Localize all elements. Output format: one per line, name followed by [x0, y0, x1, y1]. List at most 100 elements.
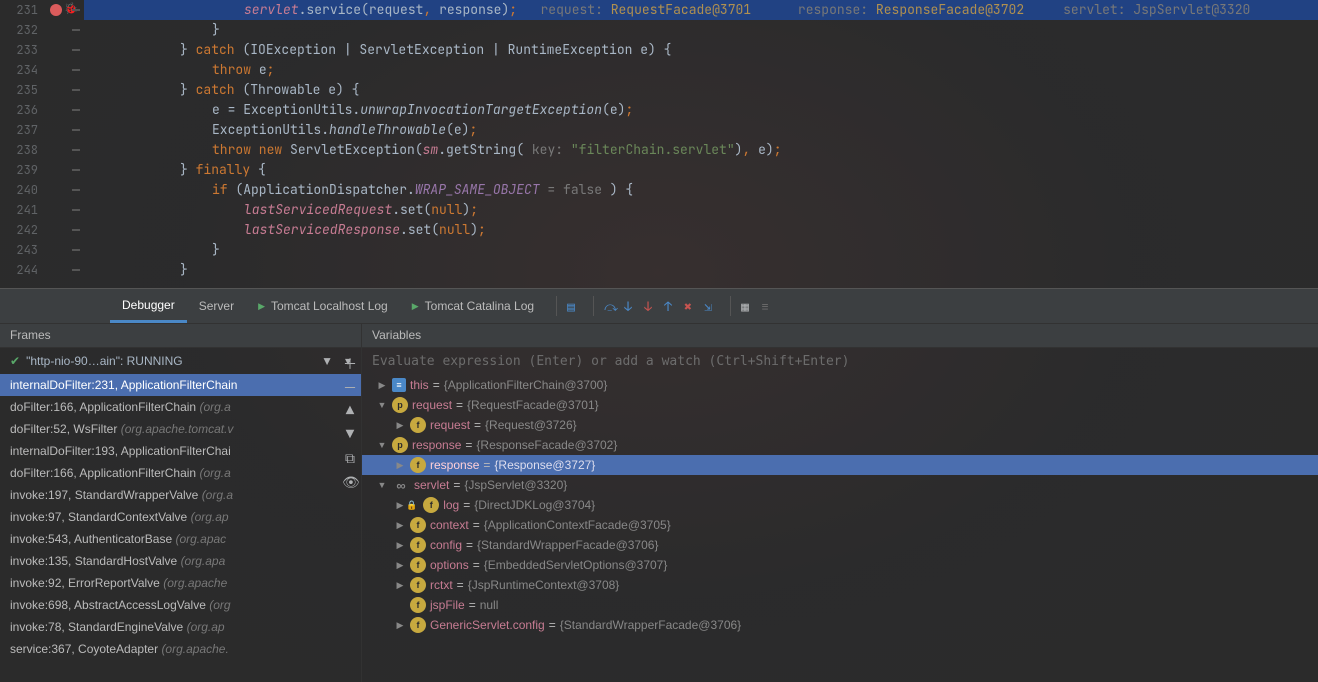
step-out-icon[interactable]: ↑ [664, 298, 680, 314]
variable-node[interactable]: ▶ f response = {Response@3727} [362, 455, 1318, 475]
evaluate-icon[interactable]: ▦ [741, 298, 757, 314]
chevron-icon[interactable]: ▶ [394, 540, 406, 551]
stack-frame[interactable]: invoke:543, AuthenticatorBase (org.apac [0, 528, 361, 550]
debug-tab[interactable]: Debugger [110, 290, 187, 323]
debug-tab[interactable]: Server [187, 291, 246, 321]
variable-node[interactable]: ▼ ∞ servlet = {JspServlet@3320} [362, 475, 1318, 495]
variables-tree[interactable]: ▶ ≡ this = {ApplicationFilterChain@3700}… [362, 375, 1318, 682]
var-value: {Response@3727} [494, 458, 595, 472]
chevron-icon[interactable]: ▶ [394, 520, 406, 531]
var-kind-icon: p [392, 397, 408, 413]
stack-frame[interactable]: doFilter:166, ApplicationFilterChain (or… [0, 396, 361, 418]
debug-tab[interactable]: ▶Tomcat Catalina Log [400, 291, 546, 321]
code-area[interactable]: servlet.service(request, response); requ… [84, 0, 1318, 288]
var-name: this [410, 378, 429, 392]
variable-node[interactable]: ▼ p response = {ResponseFacade@3702} [362, 435, 1318, 455]
remove-watch-icon[interactable]: － [342, 378, 358, 394]
code-line[interactable]: } catch (IOException | ServletException … [84, 40, 1318, 60]
var-name: context [430, 518, 469, 532]
force-step-into-icon[interactable]: ↓ [644, 298, 660, 314]
evaluate-input[interactable]: Evaluate expression (Enter) or add a wat… [362, 348, 1318, 375]
stack-frame[interactable]: internalDoFilter:231, ApplicationFilterC… [0, 374, 361, 396]
layout-icon[interactable]: ▤ [567, 298, 583, 314]
chevron-icon[interactable]: ▶ [394, 560, 406, 571]
thread-selector[interactable]: ✔ "http-nio-90…ain": RUNNING ▼ ▾ [0, 348, 361, 374]
code-line[interactable]: } [84, 260, 1318, 280]
chevron-icon[interactable]: ▶ [376, 380, 388, 391]
code-line[interactable]: } catch (Throwable e) { [84, 80, 1318, 100]
stack-frame[interactable]: invoke:135, StandardHostValve (org.apa [0, 550, 361, 572]
down-icon[interactable]: ▼ [342, 426, 358, 442]
var-value: {JspServlet@3320} [464, 478, 567, 492]
chevron-icon[interactable]: ▶ [394, 580, 406, 591]
variable-node[interactable]: ▶ f context = {ApplicationContextFacade@… [362, 515, 1318, 535]
step-into-icon[interactable]: ↓ [624, 298, 640, 314]
line-number-gutter[interactable]: 2312322332342352362372382392402412422432… [0, 0, 46, 288]
var-value: {ApplicationContextFacade@3705} [484, 518, 671, 532]
variable-node[interactable]: ▶ ≡ this = {ApplicationFilterChain@3700} [362, 375, 1318, 395]
var-kind-icon: p [392, 437, 408, 453]
stack-frame[interactable]: invoke:92, ErrorReportValve (org.apache [0, 572, 361, 594]
run-to-cursor-icon[interactable]: ⇲ [704, 298, 720, 314]
debug-tab[interactable]: ▶ Tomcat Localhost Log [246, 291, 400, 321]
breakpoint-gutter[interactable]: 🐞 [46, 0, 70, 288]
tab-label: Tomcat Localhost Log [271, 299, 388, 313]
trace-icon[interactable]: ≡ [761, 298, 777, 314]
code-line[interactable]: throw e; [84, 60, 1318, 80]
code-line[interactable]: servlet.service(request, response); requ… [84, 0, 1318, 20]
add-watch-icon[interactable]: ＋ [342, 354, 358, 370]
variable-node[interactable]: ▶ 🔒f log = {DirectJDKLog@3704} [362, 495, 1318, 515]
stack-frame[interactable]: internalDoFilter:193, ApplicationFilterC… [0, 440, 361, 462]
chevron-icon[interactable]: ▶ [394, 500, 406, 511]
filter-icon[interactable]: ▼ [321, 354, 333, 368]
code-line[interactable]: } finally { [84, 160, 1318, 180]
variable-node[interactable]: ▶ f request = {Request@3726} [362, 415, 1318, 435]
chevron-icon[interactable]: ▼ [376, 400, 388, 410]
variable-node[interactable]: ▶ f options = {EmbeddedServletOptions@37… [362, 555, 1318, 575]
variable-node[interactable]: ▶ f config = {StandardWrapperFacade@3706… [362, 535, 1318, 555]
code-line[interactable]: throw new ServletException(sm.getString(… [84, 140, 1318, 160]
code-line[interactable]: lastServicedResponse.set(null); [84, 220, 1318, 240]
drop-frame-icon[interactable]: ✖ [684, 298, 700, 314]
code-line[interactable]: ExceptionUtils.handleThrowable(e); [84, 120, 1318, 140]
variable-node[interactable]: f jspFile = null [362, 595, 1318, 615]
var-value: {EmbeddedServletOptions@3707} [484, 558, 668, 572]
code-line[interactable]: lastServicedRequest.set(null); [84, 200, 1318, 220]
var-value: {ApplicationFilterChain@3700} [444, 378, 608, 392]
stack-frame[interactable]: invoke:197, StandardWrapperValve (org.a [0, 484, 361, 506]
stack-frame[interactable]: doFilter:166, ApplicationFilterChain (or… [0, 462, 361, 484]
stack-frame[interactable]: invoke:698, AbstractAccessLogValve (org [0, 594, 361, 616]
variable-node[interactable]: ▶ f rctxt = {JspRuntimeContext@3708} [362, 575, 1318, 595]
chevron-icon[interactable]: ▶ [394, 420, 406, 431]
var-value: {Request@3726} [485, 418, 577, 432]
tab-label: Tomcat Catalina Log [425, 299, 534, 313]
chevron-icon[interactable]: ▶ [394, 620, 406, 631]
code-editor[interactable]: 2312322332342352362372382392402412422432… [0, 0, 1318, 288]
step-over-icon[interactable]: ⤼ [604, 298, 620, 314]
copy-icon[interactable]: ⧉ [342, 450, 358, 466]
thread-name: "http-nio-90…ain": RUNNING [26, 354, 183, 368]
code-line[interactable]: } [84, 240, 1318, 260]
variable-node[interactable]: ▶ f GenericServlet.config = {StandardWra… [362, 615, 1318, 635]
stack-frame[interactable]: service:367, CoyoteAdapter (org.apache. [0, 638, 361, 660]
frames-list[interactable]: internalDoFilter:231, ApplicationFilterC… [0, 374, 361, 682]
breakpoint-icon[interactable] [50, 4, 62, 16]
stack-frame[interactable]: doFilter:52, WsFilter (org.apache.tomcat… [0, 418, 361, 440]
fold-gutter[interactable] [70, 0, 84, 288]
variable-node[interactable]: ▼ p request = {RequestFacade@3701} [362, 395, 1318, 415]
stack-frame[interactable]: invoke:97, StandardContextValve (org.ap [0, 506, 361, 528]
chevron-icon[interactable]: ▼ [376, 480, 388, 490]
up-icon[interactable]: ▲ [342, 402, 358, 418]
code-line[interactable]: if (ApplicationDispatcher.WRAP_SAME_OBJE… [84, 180, 1318, 200]
var-value: {StandardWrapperFacade@3706} [477, 538, 658, 552]
var-name: servlet [414, 478, 449, 492]
debug-tool-window: DebuggerServer▶Tomcat Localhost Log▶Tomc… [0, 288, 1318, 682]
var-kind-icon: f [410, 517, 426, 533]
code-line[interactable]: e = ExceptionUtils.unwrapInvocationTarge… [84, 100, 1318, 120]
code-line[interactable]: } [84, 20, 1318, 40]
chevron-icon[interactable]: ▶ [394, 460, 406, 471]
play-icon: ▶ [258, 301, 265, 312]
chevron-icon[interactable]: ▼ [376, 440, 388, 450]
glasses-icon[interactable]: 👁 [342, 474, 358, 490]
stack-frame[interactable]: invoke:78, StandardEngineValve (org.ap [0, 616, 361, 638]
